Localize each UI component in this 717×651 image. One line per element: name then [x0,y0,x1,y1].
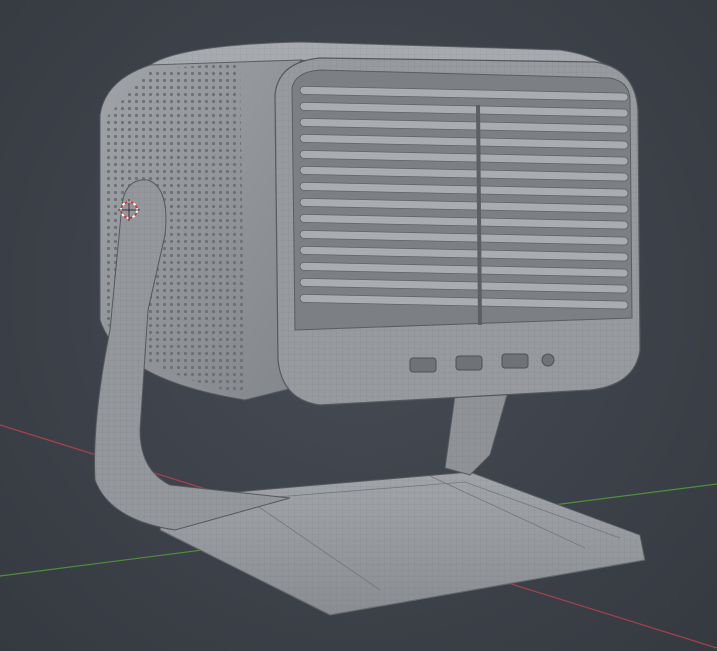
usb-port [409,357,437,373]
viewport-canvas[interactable] [0,0,717,651]
hdmi-port-2 [501,353,529,369]
3d-viewport[interactable] [0,0,717,651]
audio-jack [541,353,555,367]
hdmi-port [455,355,483,371]
stand-arm-right[interactable] [444,384,511,476]
